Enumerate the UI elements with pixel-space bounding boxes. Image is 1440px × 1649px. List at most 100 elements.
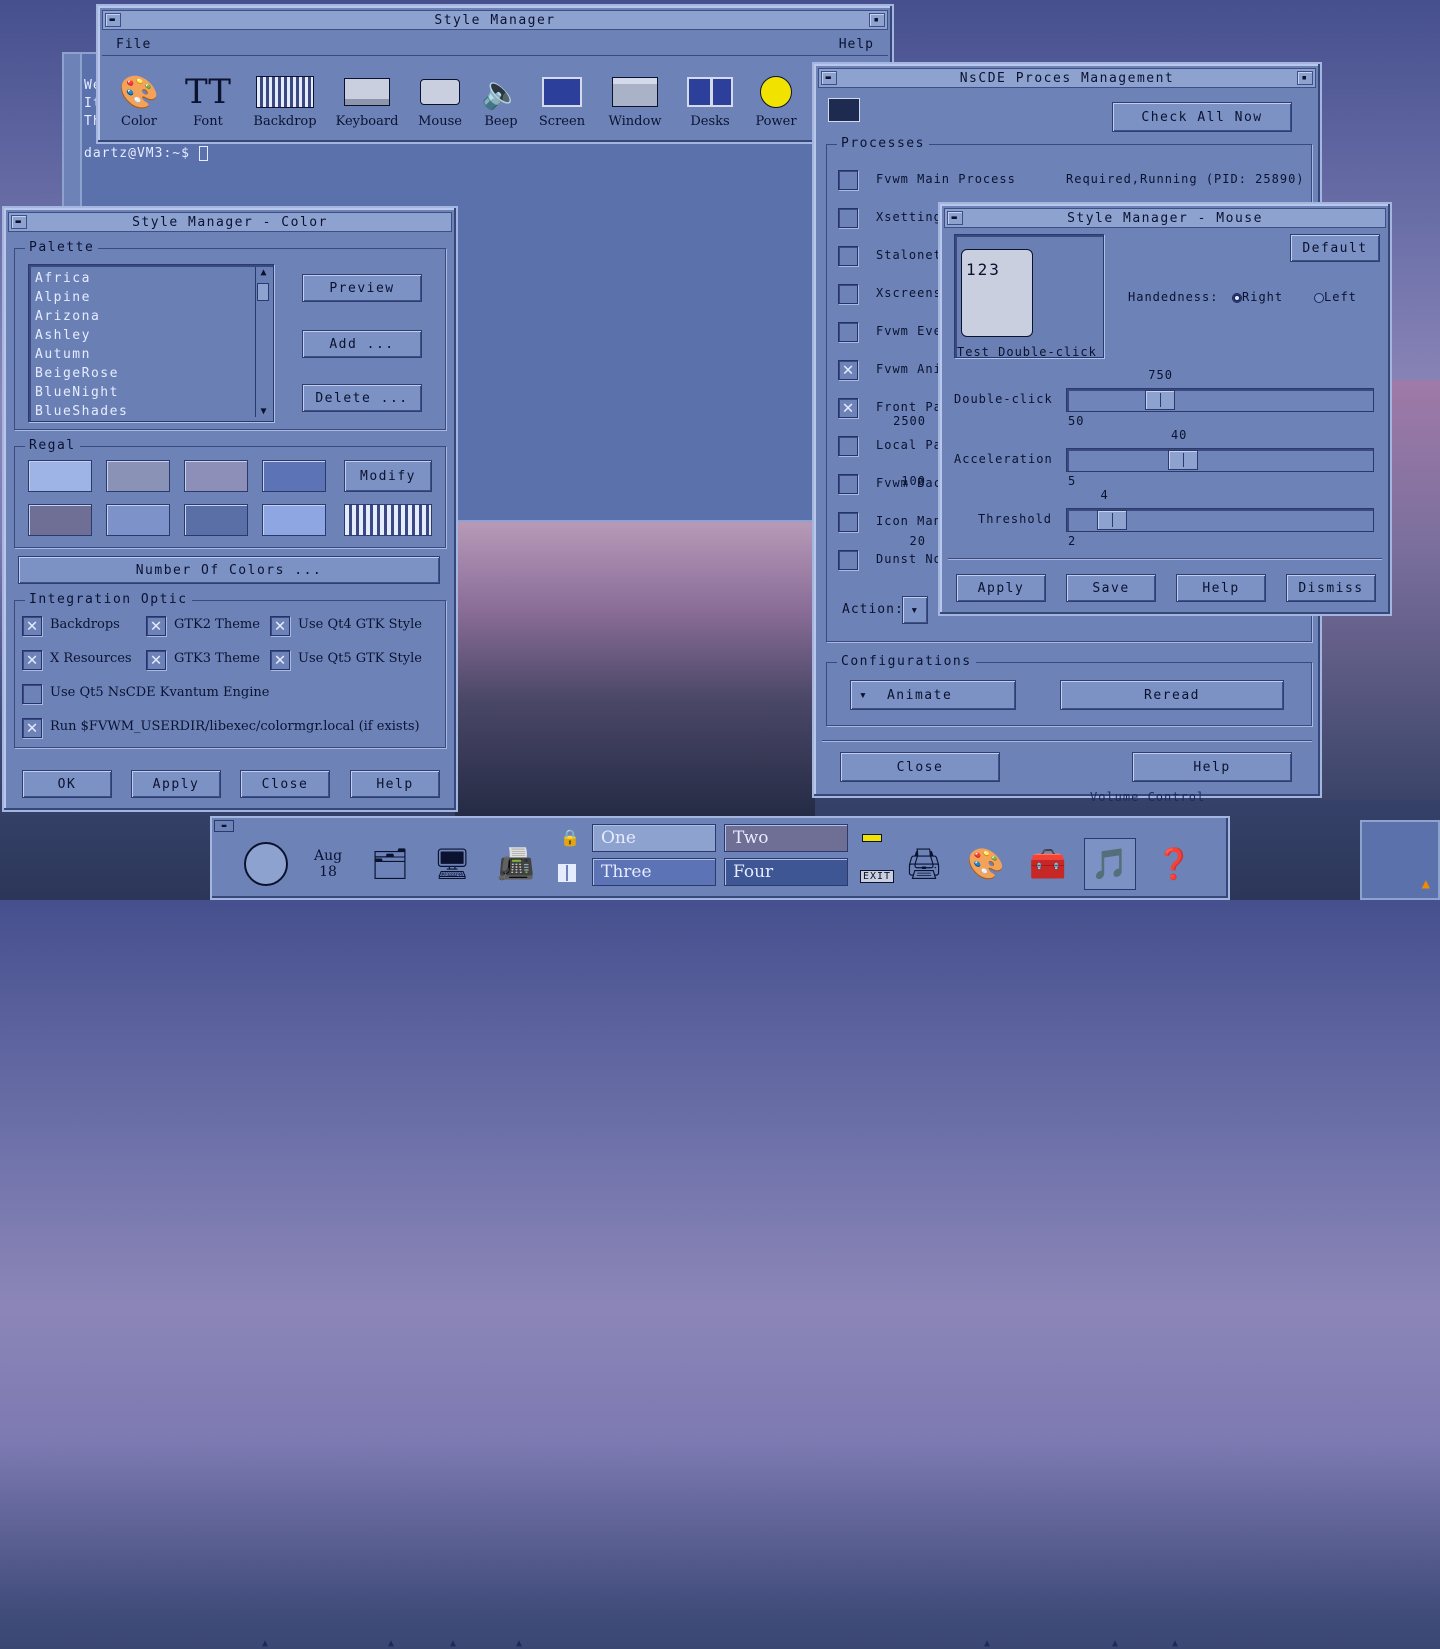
palette-list[interactable]: Africa Alpine Arizona Ashley Autumn Beig…	[28, 264, 274, 422]
list-item[interactable]: BlueShades	[35, 402, 128, 421]
list-item[interactable]: BlueNight	[35, 383, 128, 402]
list-item[interactable]: Africa	[35, 269, 128, 288]
subpanel-arrow-icon[interactable]: ▲	[984, 1638, 990, 1649]
scroll-thumb[interactable]	[257, 283, 269, 301]
subpanel-arrow-icon[interactable]: ▲	[262, 1638, 268, 1649]
checkbox-checked-icon[interactable]: ✕	[22, 650, 42, 670]
color-swatch-6[interactable]	[106, 504, 170, 536]
window-menu-icon[interactable]: ▬	[105, 13, 121, 27]
checkbox-checked-icon[interactable]: ✕	[22, 616, 42, 636]
menu-help[interactable]: Help	[839, 37, 874, 52]
slider-track-double-click[interactable]	[1066, 388, 1374, 412]
color-titlebar[interactable]: ▬ Style Manager - Color	[8, 212, 452, 232]
slider-thumb[interactable]	[1097, 510, 1128, 530]
window-menu-icon[interactable]: ▬	[11, 215, 27, 229]
checkbox-icon[interactable]	[22, 684, 42, 704]
process-titlebar[interactable]: ▬ NsCDE Proces Management ▪	[818, 68, 1316, 88]
checkbox-checked-icon[interactable]: ✕	[270, 650, 290, 670]
subpanel-arrow-icon[interactable]: ▲	[516, 1638, 522, 1649]
calendar-icon[interactable]: Aug 18	[302, 838, 354, 890]
process-close-button[interactable]: Close	[840, 752, 1000, 782]
checkbox-checked-icon[interactable]: ✕	[146, 650, 166, 670]
slider-track-acceleration[interactable]	[1066, 448, 1374, 472]
workspace-three[interactable]: Three	[592, 858, 716, 886]
reread-button[interactable]: Reread	[1060, 680, 1284, 710]
mouse-apply-button[interactable]: Apply	[956, 574, 1046, 602]
style-manager-titlebar[interactable]: ▬ Style Manager ▪	[102, 10, 888, 30]
slider-thumb[interactable]	[1145, 390, 1176, 410]
window-menu-icon[interactable]: ▬	[947, 211, 963, 225]
tool-screen[interactable]: Screen	[527, 70, 597, 129]
app-manager-icon[interactable]: 🧰	[1022, 838, 1074, 890]
slider-thumb[interactable]	[1167, 450, 1198, 470]
checkbox-checked-icon[interactable]: ✕	[146, 616, 166, 636]
terminal-prompt[interactable]: dartz@VM3:~$	[84, 146, 208, 161]
configuration-select[interactable]: ▾ Animate	[850, 680, 1016, 710]
tool-window[interactable]: Window	[600, 70, 670, 129]
mouse-help-button[interactable]: Help	[1176, 574, 1266, 602]
test-double-click-area[interactable]: 123 Test Double-click	[954, 234, 1104, 359]
scroll-up-icon[interactable]: ▲	[256, 267, 271, 278]
color-swatch-2[interactable]	[106, 460, 170, 492]
handedness-right-radio[interactable]: Right	[1232, 290, 1283, 304]
list-item[interactable]: Alpine	[35, 288, 128, 307]
check-all-now-button[interactable]: Check All Now	[1112, 102, 1292, 132]
list-item[interactable]: BeigeRose	[35, 364, 128, 383]
delete-palette-button[interactable]: Delete ...	[302, 384, 422, 412]
checkbox-checked-icon[interactable]: ✕	[270, 616, 290, 636]
tool-mouse[interactable]: Mouse	[405, 70, 475, 129]
scroll-down-icon[interactable]: ▼	[256, 406, 271, 417]
clock-icon[interactable]	[240, 838, 292, 890]
scrollbar[interactable]: ▲ ▼	[255, 267, 271, 417]
mailer-icon[interactable]: 📠	[490, 838, 542, 890]
checkbox-checked-icon[interactable]: ✕	[838, 360, 858, 380]
color-swatch-8[interactable]	[262, 504, 326, 536]
checkbox-icon[interactable]	[838, 550, 858, 570]
workspace-grid-icon[interactable]	[558, 864, 576, 882]
workspace-two[interactable]: Two	[724, 824, 848, 852]
modify-button[interactable]: Modify	[344, 460, 432, 492]
color-swatch-7[interactable]	[184, 504, 248, 536]
process-help-button[interactable]: Help	[1132, 752, 1292, 782]
checkbox-icon[interactable]	[838, 436, 858, 456]
subpanel-arrow-icon[interactable]: ▲	[1112, 1638, 1118, 1649]
slider-track-threshold[interactable]	[1066, 508, 1374, 532]
close-button[interactable]: Close	[240, 770, 330, 798]
window-menu-icon[interactable]: ▬	[821, 71, 837, 85]
ok-button[interactable]: OK	[22, 770, 112, 798]
subpanel-arrow-icon[interactable]: ▲	[1172, 1638, 1178, 1649]
checkbox-icon[interactable]	[838, 474, 858, 494]
mouse-titlebar[interactable]: ▬ Style Manager - Mouse	[944, 208, 1386, 228]
exit-button[interactable]: EXIT	[860, 870, 895, 883]
iconbox[interactable]: ▲	[1360, 820, 1440, 900]
checkbox-checked-icon[interactable]: ✕	[22, 718, 42, 738]
minimize-icon[interactable]: ▪	[869, 13, 885, 27]
terminal-icon[interactable]: 🖥	[426, 838, 478, 890]
checkbox-icon[interactable]	[838, 170, 858, 190]
action-dropdown[interactable]: ▾	[902, 596, 928, 624]
lock-icon[interactable]: 🔒	[560, 828, 581, 847]
tool-color[interactable]: 🎨 Color	[104, 70, 174, 129]
tool-keyboard[interactable]: Keyboard	[332, 70, 402, 129]
add-palette-button[interactable]: Add ...	[302, 330, 422, 358]
checkbox-checked-icon[interactable]: ✕	[838, 398, 858, 418]
checkbox-icon[interactable]	[838, 284, 858, 304]
minimize-icon[interactable]: ▪	[1297, 71, 1313, 85]
subpanel-arrow-icon[interactable]: ▲	[450, 1638, 456, 1649]
help-manager-icon[interactable]: ❓	[1148, 838, 1200, 890]
subpanel-arrow-icon[interactable]: ▲	[388, 1638, 394, 1649]
checkbox-icon[interactable]	[838, 208, 858, 228]
tool-font[interactable]: TT Font	[173, 70, 243, 129]
printer-icon[interactable]: 🖨	[898, 838, 950, 890]
panel-menu-icon[interactable]: ▬	[214, 820, 234, 832]
workspace-four[interactable]: Four	[724, 858, 848, 886]
mouse-dismiss-button[interactable]: Dismiss	[1286, 574, 1376, 602]
list-item[interactable]: Autumn	[35, 345, 128, 364]
pattern-swatch[interactable]	[344, 504, 432, 536]
help-button[interactable]: Help	[350, 770, 440, 798]
color-swatch-5[interactable]	[28, 504, 92, 536]
checkbox-icon[interactable]	[838, 246, 858, 266]
volume-control-icon[interactable]: 🎵	[1084, 838, 1136, 890]
file-manager-icon[interactable]: 🗂	[364, 838, 416, 890]
mouse-save-button[interactable]: Save	[1066, 574, 1156, 602]
